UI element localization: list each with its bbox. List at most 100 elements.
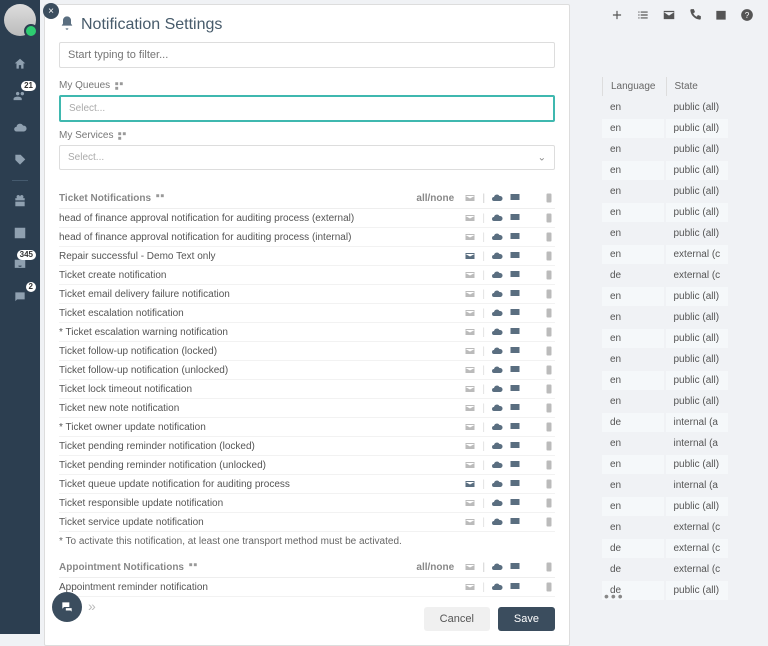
mail-channel-icon[interactable] [464, 288, 476, 300]
mail-channel-icon[interactable] [464, 561, 476, 573]
cloud-icon[interactable] [8, 116, 32, 140]
mail-channel-icon[interactable] [464, 440, 476, 452]
cloud-channel-icon[interactable] [491, 581, 503, 593]
screen-channel-icon[interactable] [509, 402, 521, 414]
list-icon[interactable] [636, 8, 650, 22]
mobile-channel-icon[interactable] [543, 421, 555, 433]
screen-channel-icon[interactable] [509, 192, 521, 204]
table-row[interactable]: enexternal (c [602, 245, 728, 264]
screen-channel-icon[interactable] [509, 269, 521, 281]
mobile-channel-icon[interactable] [543, 192, 555, 204]
screen-channel-icon[interactable] [509, 288, 521, 300]
phone-icon[interactable] [688, 8, 702, 22]
cloud-channel-icon[interactable] [491, 288, 503, 300]
mail-channel-icon[interactable] [464, 192, 476, 204]
mobile-channel-icon[interactable] [543, 459, 555, 471]
screen-channel-icon[interactable] [509, 231, 521, 243]
screen-channel-icon[interactable] [509, 561, 521, 573]
cloud-channel-icon[interactable] [491, 383, 503, 395]
cloud-channel-icon[interactable] [491, 364, 503, 376]
mail-channel-icon[interactable] [464, 516, 476, 528]
mail-channel-icon[interactable] [464, 345, 476, 357]
mobile-channel-icon[interactable] [543, 345, 555, 357]
mail-channel-icon[interactable] [464, 250, 476, 262]
cloud-channel-icon[interactable] [491, 497, 503, 509]
mail-channel-icon[interactable] [464, 269, 476, 281]
mail-channel-icon[interactable] [464, 383, 476, 395]
gift-icon[interactable] [8, 189, 32, 213]
cloud-channel-icon[interactable] [491, 212, 503, 224]
screen-channel-icon[interactable] [509, 516, 521, 528]
mobile-channel-icon[interactable] [543, 581, 555, 593]
screen-channel-icon[interactable] [509, 307, 521, 319]
mail-channel-icon[interactable] [464, 231, 476, 243]
mobile-channel-icon[interactable] [543, 326, 555, 338]
table-row[interactable]: deexternal (c [602, 560, 728, 579]
table-row[interactable]: eninternal (a [602, 434, 728, 453]
mobile-channel-icon[interactable] [543, 269, 555, 281]
plus-icon[interactable] [610, 8, 624, 22]
table-row[interactable]: enpublic (all) [602, 119, 728, 138]
screen-channel-icon[interactable] [509, 383, 521, 395]
table-row[interactable]: enpublic (all) [602, 182, 728, 201]
home-icon[interactable] [8, 52, 32, 76]
table-row[interactable]: deinternal (a [602, 413, 728, 432]
tag-icon[interactable] [8, 148, 32, 172]
cloud-channel-icon[interactable] [491, 440, 503, 452]
help-icon[interactable]: ? [740, 8, 754, 22]
mobile-channel-icon[interactable] [543, 402, 555, 414]
mobile-channel-icon[interactable] [543, 231, 555, 243]
cloud-channel-icon[interactable] [491, 459, 503, 471]
cloud-channel-icon[interactable] [491, 421, 503, 433]
table-row[interactable]: deexternal (c [602, 539, 728, 558]
screen-channel-icon[interactable] [509, 421, 521, 433]
table-row[interactable]: enpublic (all) [602, 287, 728, 306]
mobile-channel-icon[interactable] [543, 212, 555, 224]
screen-channel-icon[interactable] [509, 250, 521, 262]
mobile-channel-icon[interactable] [543, 561, 555, 573]
table-row[interactable]: enpublic (all) [602, 455, 728, 474]
mobile-channel-icon[interactable] [543, 288, 555, 300]
cloud-channel-icon[interactable] [491, 307, 503, 319]
allnone-label[interactable]: all/none [416, 193, 454, 204]
mail-channel-icon[interactable] [464, 364, 476, 376]
table-row[interactable]: eninternal (a [602, 476, 728, 495]
table-row[interactable]: deexternal (c [602, 266, 728, 285]
my-services-select[interactable]: Select...⌄ [59, 145, 555, 170]
mobile-channel-icon[interactable] [543, 440, 555, 452]
mail-channel-icon[interactable] [464, 497, 476, 509]
table-row[interactable]: enpublic (all) [602, 392, 728, 411]
table-row[interactable]: enexternal (c [602, 518, 728, 537]
allnone-label[interactable]: all/none [416, 562, 454, 573]
cloud-channel-icon[interactable] [491, 269, 503, 281]
calendar-icon[interactable] [714, 8, 728, 22]
col-language[interactable]: Language [602, 77, 664, 96]
save-button[interactable]: Save [498, 607, 555, 631]
cloud-channel-icon[interactable] [491, 192, 503, 204]
close-icon[interactable]: × [43, 3, 59, 19]
screen-channel-icon[interactable] [509, 459, 521, 471]
mobile-channel-icon[interactable] [543, 250, 555, 262]
mobile-channel-icon[interactable] [543, 307, 555, 319]
mail-icon[interactable] [662, 8, 676, 22]
screen-channel-icon[interactable] [509, 212, 521, 224]
mobile-channel-icon[interactable] [543, 497, 555, 509]
screen-channel-icon[interactable] [509, 440, 521, 452]
cloud-channel-icon[interactable] [491, 345, 503, 357]
screen-channel-icon[interactable] [509, 478, 521, 490]
screen-channel-icon[interactable] [509, 497, 521, 509]
screen-channel-icon[interactable] [509, 345, 521, 357]
filter-input[interactable] [59, 42, 555, 68]
screen-channel-icon[interactable] [509, 326, 521, 338]
cloud-channel-icon[interactable] [491, 516, 503, 528]
table-row[interactable]: enpublic (all) [602, 308, 728, 327]
cloud-channel-icon[interactable] [491, 478, 503, 490]
mail-channel-icon[interactable] [464, 581, 476, 593]
table-row[interactable]: enpublic (all) [602, 224, 728, 243]
chat-icon[interactable]: 2 [8, 285, 32, 309]
mail-channel-icon[interactable] [464, 326, 476, 338]
table-row[interactable]: enpublic (all) [602, 497, 728, 516]
mobile-channel-icon[interactable] [543, 478, 555, 490]
stats-icon[interactable] [8, 221, 32, 245]
screen-channel-icon[interactable] [509, 364, 521, 376]
